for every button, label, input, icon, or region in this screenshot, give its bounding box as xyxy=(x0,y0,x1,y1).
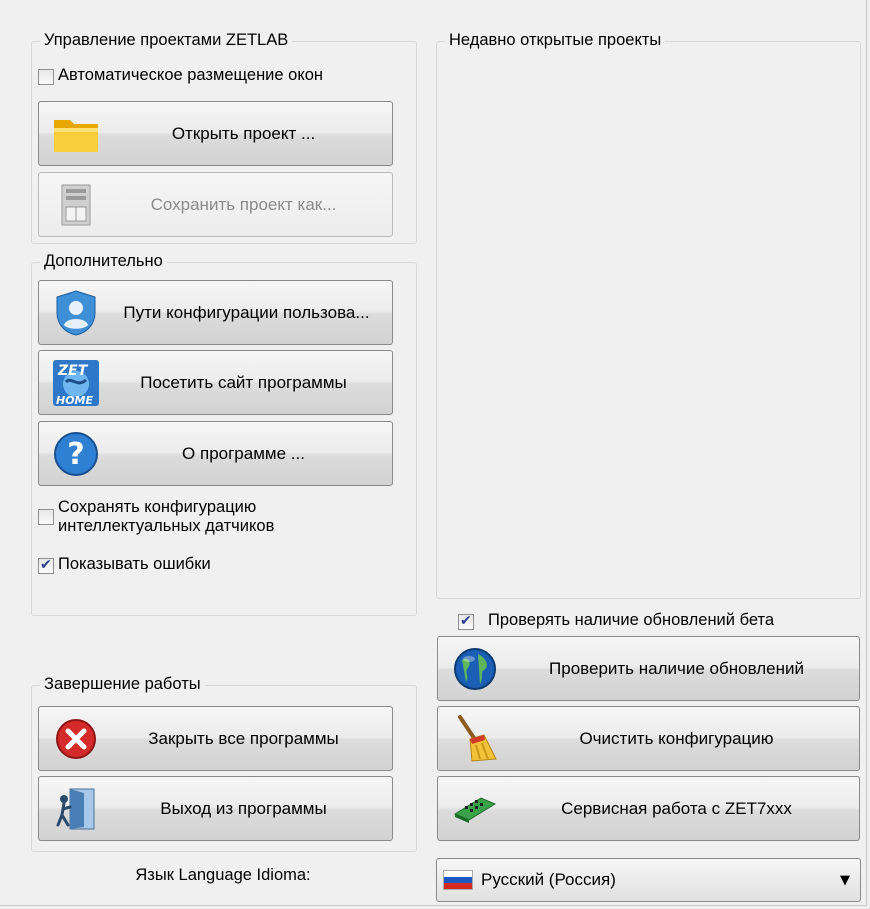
zet-home-icon: ZET HOME xyxy=(51,359,101,407)
close-all-programs-button[interactable]: Закрыть все программы xyxy=(38,706,393,771)
about-label: О программе ... xyxy=(182,443,305,463)
zet7xxx-service-label: Сервисная работа с ZET7xxx xyxy=(561,798,792,818)
auto-arrange-checkbox[interactable]: Автоматическое размещение окон xyxy=(38,66,323,85)
save-sensor-config-line1: Сохранять конфигурацию xyxy=(58,498,257,516)
folder-icon xyxy=(51,111,101,157)
save-sensor-config-box[interactable] xyxy=(38,509,54,525)
user-config-paths-label: Пути конфигурации пользова... xyxy=(123,302,370,322)
additional-title: Дополнительно xyxy=(40,252,167,271)
save-sensor-config-label: Сохранять конфигурацию интеллектуальных … xyxy=(58,498,274,536)
open-project-button[interactable]: Открыть проект ... xyxy=(38,101,393,166)
language-select[interactable]: Русский (Россия) ▼ xyxy=(436,858,861,902)
language-label: Язык Language Idioma: xyxy=(135,866,311,884)
clear-config-button[interactable]: Очистить конфигурацию xyxy=(437,706,860,771)
check-updates-button[interactable]: Проверить наличие обновлений xyxy=(437,636,860,701)
recent-projects-group: Недавно открытые проекты xyxy=(436,31,861,599)
auto-arrange-box[interactable] xyxy=(38,69,54,85)
error-close-icon xyxy=(51,716,101,762)
russia-flag-icon xyxy=(443,870,473,890)
clear-config-label: Очистить конфигурацию xyxy=(579,728,774,748)
save-icon xyxy=(51,182,101,228)
language-selected-value: Русский (Россия) xyxy=(481,870,616,889)
user-config-paths-button[interactable]: Пути конфигурации пользова... xyxy=(38,280,393,345)
visit-site-label: Посетить сайт программы xyxy=(140,372,347,392)
close-all-programs-label: Закрыть все программы xyxy=(148,728,339,748)
show-errors-checkbox[interactable]: Показывать ошибки xyxy=(38,555,211,575)
save-sensor-config-line2: интеллектуальных датчиков xyxy=(58,517,275,535)
zet7xxx-service-button[interactable]: Сервисная работа с ZET7xxx xyxy=(437,776,860,841)
check-beta-updates-box[interactable] xyxy=(458,612,474,631)
exit-program-label: Выход из программы xyxy=(160,798,327,818)
auto-arrange-label: Автоматическое размещение окон xyxy=(58,66,324,84)
check-updates-label: Проверить наличие обновлений xyxy=(549,658,804,678)
check-beta-updates-label: Проверять наличие обновлений бета xyxy=(488,611,775,629)
exit-door-icon xyxy=(51,786,101,832)
open-project-label: Открыть проект ... xyxy=(171,123,316,143)
check-beta-updates-checkbox[interactable]: Проверять наличие обновлений бета xyxy=(458,611,775,631)
project-management-title: Управление проектами ZETLAB xyxy=(40,31,293,50)
circuit-board-icon xyxy=(450,786,500,832)
show-errors-label: Показывать ошибки xyxy=(58,555,211,573)
globe-icon xyxy=(450,646,500,692)
chevron-down-icon[interactable]: ▼ xyxy=(840,873,850,888)
main-window: Управление проектами ZETLAB Автоматическ… xyxy=(0,0,867,906)
broom-icon xyxy=(450,714,500,762)
exit-program-button[interactable]: Выход из программы xyxy=(38,776,393,841)
help-question-icon: ? xyxy=(51,431,101,477)
user-shield-icon xyxy=(51,289,101,336)
show-errors-box[interactable] xyxy=(38,556,54,575)
zet-icon-text-top: ZET xyxy=(57,363,89,379)
save-project-as-button[interactable]: Сохранить проект как... xyxy=(38,172,393,237)
svg-text:?: ? xyxy=(67,437,84,472)
shutdown-title: Завершение работы xyxy=(40,675,205,694)
zet-icon-text-bottom: HOME xyxy=(56,394,94,407)
save-project-as-label: Сохранить проект как... xyxy=(150,194,337,214)
about-button[interactable]: ? О программе ... xyxy=(38,421,393,486)
recent-projects-title: Недавно открытые проекты xyxy=(445,31,666,50)
visit-site-button[interactable]: ZET HOME Посетить сайт программы xyxy=(38,350,393,415)
save-sensor-config-checkbox[interactable]: Сохранять конфигурацию интеллектуальных … xyxy=(38,498,274,536)
